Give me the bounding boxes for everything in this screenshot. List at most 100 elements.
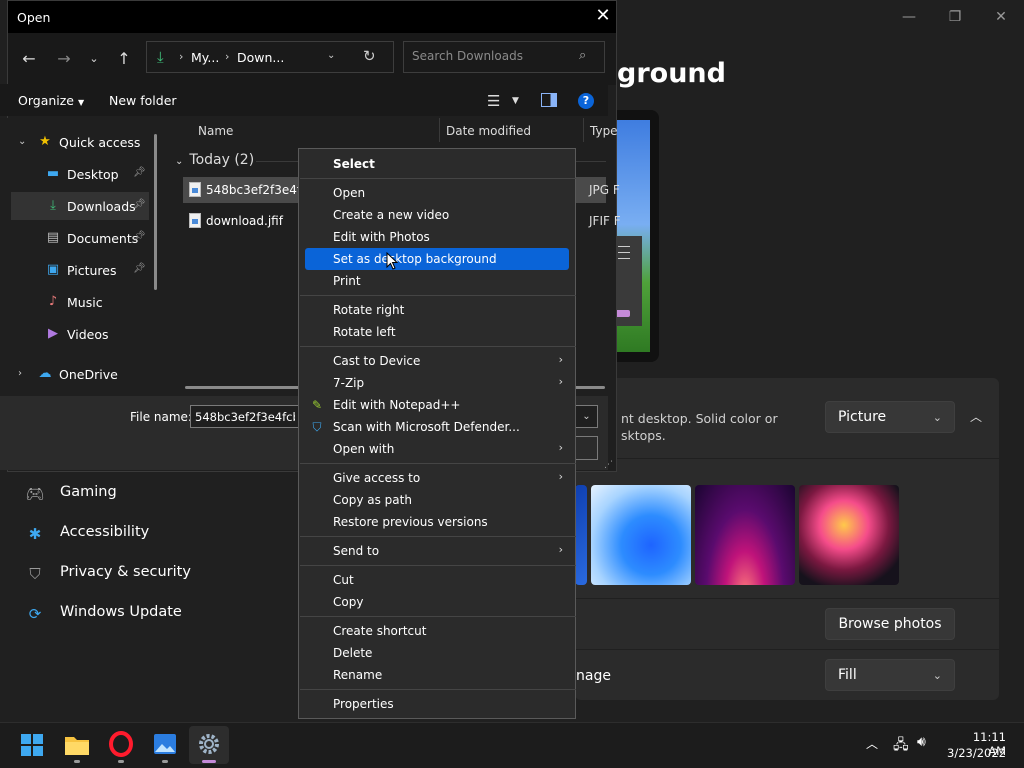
menu-item-cut[interactable]: Cut (305, 569, 569, 591)
dialog-title: Open (17, 10, 51, 25)
menu-item-send-to[interactable]: Send to › (305, 540, 569, 562)
menu-item-create-video[interactable]: Create a new video (305, 204, 569, 226)
menu-item-rotate-right[interactable]: Rotate right (305, 299, 569, 321)
taskbar-file-explorer[interactable] (57, 726, 97, 764)
tree-item-label: Documents (67, 231, 139, 246)
menu-item-restore-previous-versions[interactable]: Restore previous versions (305, 511, 569, 533)
browse-photos-button[interactable]: Browse photos (825, 608, 955, 640)
recent-image-thumbnail[interactable] (695, 485, 795, 585)
menu-item-cast-to-device[interactable]: Cast to Device › (305, 350, 569, 372)
tree-item-desktop[interactable]: ▬ Desktop 📌︎ (8, 160, 158, 188)
menu-item-create-shortcut[interactable]: Create shortcut (305, 620, 569, 642)
minimize-icon[interactable]: — (886, 6, 932, 28)
recent-image-thumbnail[interactable] (799, 485, 899, 585)
background-type-dropdown[interactable]: Picture ⌄ (825, 401, 955, 433)
tree-item-downloads[interactable]: ⤓ Downloads 📌︎ (11, 192, 149, 220)
chevron-right-icon: › (558, 470, 563, 483)
tray-overflow-chevron-icon[interactable]: ︿ (866, 735, 878, 752)
tree-item-label: Music (67, 295, 103, 310)
chevron-up-icon[interactable]: ︿ (966, 405, 986, 429)
tree-item-onedrive[interactable]: › ☁ OneDrive (8, 360, 158, 388)
running-indicator (162, 760, 168, 763)
photos-icon (154, 734, 176, 754)
refresh-icon[interactable]: ↻ (363, 47, 376, 65)
group-header[interactable]: ⌄ Today (2) (175, 152, 254, 168)
navigation-scrollbar[interactable] (154, 134, 157, 290)
chevron-down-icon[interactable]: ⌄ (18, 136, 26, 147)
chevron-right-icon[interactable]: › (18, 368, 22, 379)
volume-icon[interactable]: 🔊︎ (917, 734, 926, 750)
menu-item-7zip[interactable]: 7-Zip › (305, 372, 569, 394)
column-separator[interactable] (439, 118, 440, 142)
opera-icon (109, 731, 133, 757)
chevron-down-icon[interactable]: ▼ (512, 96, 519, 106)
fit-dropdown[interactable]: Fill ⌄ (825, 659, 955, 691)
column-separator[interactable] (583, 118, 584, 142)
chevron-right-icon: › (558, 543, 563, 556)
address-bar[interactable]: ⤓ › My... › Down... ⌄ ↻ (146, 41, 394, 73)
menu-item-edit-with-photos[interactable]: Edit with Photos (305, 226, 569, 248)
menu-item-open-with[interactable]: Open with › (305, 438, 569, 460)
menu-item-edit-with-notepadpp[interactable]: ✎ Edit with Notepad++ (305, 394, 569, 416)
file-name-input[interactable] (190, 405, 300, 428)
menu-item-set-as-desktop-background[interactable]: Set as desktop background (305, 248, 569, 270)
menu-item-label: Open (333, 186, 366, 200)
taskbar-photos[interactable] (145, 726, 185, 764)
breadcrumb-item[interactable]: My... (191, 50, 219, 65)
resize-grip-icon[interactable]: ⋰ (604, 460, 613, 470)
menu-item-label: Print (333, 274, 361, 288)
taskbar-settings[interactable] (189, 726, 229, 764)
recent-image-thumbnail[interactable] (591, 485, 691, 585)
tree-item-pictures[interactable]: ▣ Pictures 📌︎ (8, 256, 158, 284)
breadcrumb-item[interactable]: Down... (237, 50, 284, 65)
chevron-down-icon: ▼ (77, 98, 85, 107)
menu-item-copy[interactable]: Copy (305, 591, 569, 613)
menu-item-give-access-to[interactable]: Give access to › (305, 467, 569, 489)
menu-item-rotate-left[interactable]: Rotate left (305, 321, 569, 343)
forward-arrow-icon[interactable]: → (54, 49, 74, 69)
taskbar-opera[interactable] (101, 726, 141, 764)
network-icon[interactable]: 🖧︎ (893, 734, 909, 758)
view-list-icon[interactable]: ☰ (487, 92, 500, 110)
help-icon[interactable]: ? (578, 93, 594, 109)
search-box[interactable]: ⌕ (403, 41, 605, 73)
open-button[interactable] (576, 436, 598, 460)
recent-image-thumbnail[interactable] (575, 485, 587, 585)
menu-item-properties[interactable]: Properties (305, 693, 569, 715)
up-arrow-icon[interactable]: ↑ (114, 49, 134, 69)
running-indicator (118, 760, 124, 763)
back-arrow-icon[interactable]: ← (19, 49, 39, 69)
menu-item-scan-with-defender[interactable]: ⛉ Scan with Microsoft Defender... (305, 416, 569, 438)
group-header-label: Today (2) (189, 152, 255, 168)
close-icon[interactable]: ✕ (978, 6, 1024, 28)
chevron-down-icon[interactable]: ⌄ (327, 50, 335, 61)
maximize-icon[interactable]: ❐ (932, 6, 978, 28)
column-header-name[interactable]: Name (198, 124, 233, 138)
menu-item-rename[interactable]: Rename (305, 664, 569, 686)
recent-locations-chevron-icon[interactable]: ⌄ (84, 49, 104, 69)
menu-item-open[interactable]: Open (305, 182, 569, 204)
new-folder-button[interactable]: New folder (109, 93, 177, 108)
column-header-type[interactable]: Type (590, 124, 618, 138)
taskbar-start-button[interactable] (12, 726, 52, 764)
organize-button[interactable]: Organize ▼ (18, 93, 84, 108)
menu-item-copy-as-path[interactable]: Copy as path (305, 489, 569, 511)
menu-item-print[interactable]: Print (305, 270, 569, 292)
menu-separator (300, 178, 576, 179)
tree-item-documents[interactable]: ▤ Documents 📌︎ (8, 224, 158, 252)
preview-pane-icon[interactable] (541, 93, 557, 107)
menu-item-select[interactable]: Select (305, 153, 569, 175)
menu-item-delete[interactable]: Delete (305, 642, 569, 664)
tree-item-quick-access[interactable]: ⌄ ★ Quick access (8, 128, 158, 156)
clock-date[interactable]: 3/23/2022 (946, 746, 1006, 760)
file-type-select[interactable]: ⌄ (576, 405, 598, 428)
desktop-icon: ▬ (46, 166, 60, 181)
close-icon[interactable]: ✕ (592, 5, 614, 27)
menu-item-label: Set as desktop background (333, 252, 497, 266)
tree-item-videos[interactable]: ▶ Videos (8, 320, 158, 348)
column-header-date-modified[interactable]: Date modified (446, 124, 531, 138)
breadcrumb-separator-icon: › (179, 50, 184, 63)
page-title: ground (617, 58, 726, 89)
search-input[interactable] (412, 49, 572, 63)
tree-item-music[interactable]: ♪ Music (8, 288, 158, 316)
